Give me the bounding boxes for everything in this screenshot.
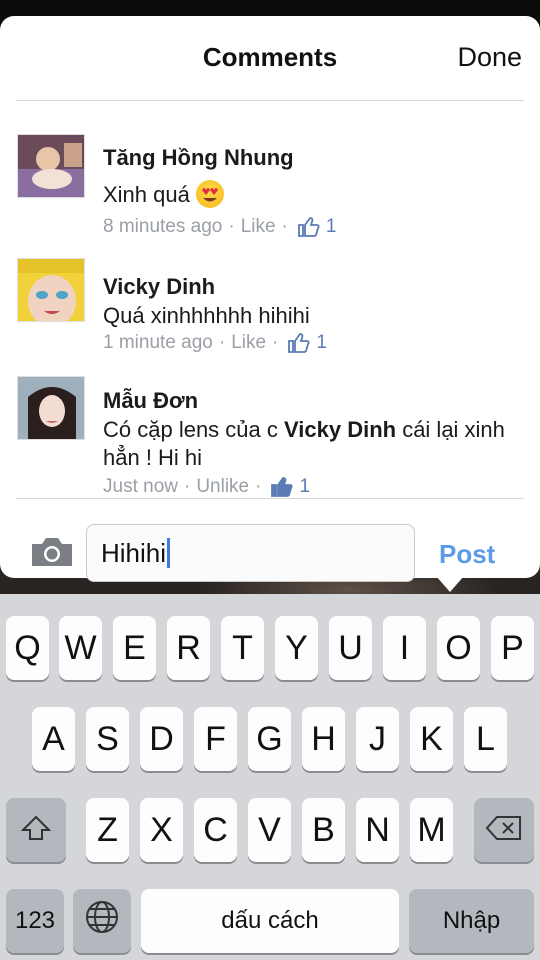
key-y[interactable]: Y — [275, 616, 318, 680]
key-d[interactable]: D — [140, 707, 183, 771]
heart-eyes-emoji-icon — [195, 180, 224, 208]
post-button[interactable]: Post — [439, 539, 495, 570]
thumbs-up-icon — [297, 217, 320, 237]
comment-time: 1 minute ago — [103, 332, 213, 353]
comment-author[interactable]: Vicky Dinh — [103, 274, 215, 300]
comment-author[interactable]: Mẫu Đơn — [103, 388, 198, 414]
return-key[interactable]: Nhập — [409, 889, 534, 953]
globe-icon — [85, 900, 119, 943]
key-f[interactable]: F — [194, 707, 237, 771]
thumbs-up-icon — [271, 477, 294, 497]
shift-key[interactable] — [6, 798, 66, 862]
mention-link[interactable]: Vicky Dinh — [284, 417, 396, 442]
like-count: 1 — [316, 332, 327, 353]
comment-meta: 1 minute ago · Like · 1 — [103, 332, 327, 354]
camera-icon[interactable] — [30, 536, 74, 568]
comment-composer: Hihihi Post — [0, 500, 540, 582]
like-count: 1 — [325, 216, 337, 237]
header-divider — [16, 100, 524, 101]
shift-arrow-icon — [20, 811, 52, 850]
key-h[interactable]: H — [302, 707, 345, 771]
backspace-icon — [485, 811, 523, 850]
key-e[interactable]: E — [113, 616, 156, 680]
comment-text: Có cặp lens của c Vicky Dinh cái lại xin… — [103, 417, 505, 470]
comments-panel: Comments Done Tăng Hồng Nhung Xinh quá 8… — [0, 16, 540, 582]
key-x[interactable]: X — [140, 798, 183, 862]
keyboard: Q W E R T Y U I O P A S D F G H J K L Z … — [0, 594, 540, 960]
like-count: 1 — [299, 476, 311, 497]
comment-time: Just now — [103, 476, 178, 497]
avatar[interactable] — [17, 258, 85, 322]
key-s[interactable]: S — [86, 707, 129, 771]
key-a[interactable]: A — [32, 707, 75, 771]
numbers-key[interactable]: 123 — [6, 889, 64, 953]
comment-time: 8 minutes ago — [103, 216, 223, 237]
done-button[interactable]: Done — [457, 42, 522, 73]
avatar[interactable] — [17, 134, 85, 198]
comment-input-value: Hihihi — [101, 538, 167, 568]
key-k[interactable]: K — [410, 707, 453, 771]
key-o[interactable]: O — [437, 616, 480, 680]
text-caret — [167, 538, 171, 568]
key-p[interactable]: P — [491, 616, 534, 680]
unlike-link[interactable]: Unlike — [196, 476, 249, 498]
comment-text: Quá xinhhhhhh hihihi — [103, 303, 310, 328]
comment-input[interactable]: Hihihi — [86, 524, 415, 582]
key-r[interactable]: R — [167, 616, 210, 680]
space-key[interactable]: dấu cách — [141, 889, 399, 953]
key-i[interactable]: I — [383, 616, 426, 680]
key-g[interactable]: G — [248, 707, 291, 771]
key-u[interactable]: U — [329, 616, 372, 680]
comment-meta: Just now · Unlike · 1 — [103, 476, 311, 498]
avatar[interactable] — [17, 376, 85, 440]
comment-text-body: Xinh quá — [103, 182, 190, 207]
thumbs-up-icon — [288, 333, 310, 353]
key-q[interactable]: Q — [6, 616, 49, 680]
comment-text: Xinh quá — [103, 180, 513, 209]
key-z[interactable]: Z — [86, 798, 129, 862]
key-j[interactable]: J — [356, 707, 399, 771]
key-t[interactable]: T — [221, 616, 264, 680]
key-c[interactable]: C — [194, 798, 237, 862]
composer-divider — [16, 498, 524, 499]
key-n[interactable]: N — [356, 798, 399, 862]
key-w[interactable]: W — [59, 616, 102, 680]
key-m[interactable]: M — [410, 798, 453, 862]
globe-key[interactable] — [73, 889, 131, 953]
comments-header: Comments Done — [0, 16, 540, 102]
key-v[interactable]: V — [248, 798, 291, 862]
comment-author[interactable]: Tăng Hồng Nhung — [103, 145, 294, 171]
key-b[interactable]: B — [302, 798, 345, 862]
comment-meta: 8 minutes ago · Like · 1 — [103, 216, 337, 238]
like-link[interactable]: Like — [231, 332, 266, 354]
key-l[interactable]: L — [464, 707, 507, 771]
like-link[interactable]: Like — [241, 216, 276, 238]
backspace-key[interactable] — [474, 798, 534, 862]
panel-pointer — [436, 576, 464, 592]
